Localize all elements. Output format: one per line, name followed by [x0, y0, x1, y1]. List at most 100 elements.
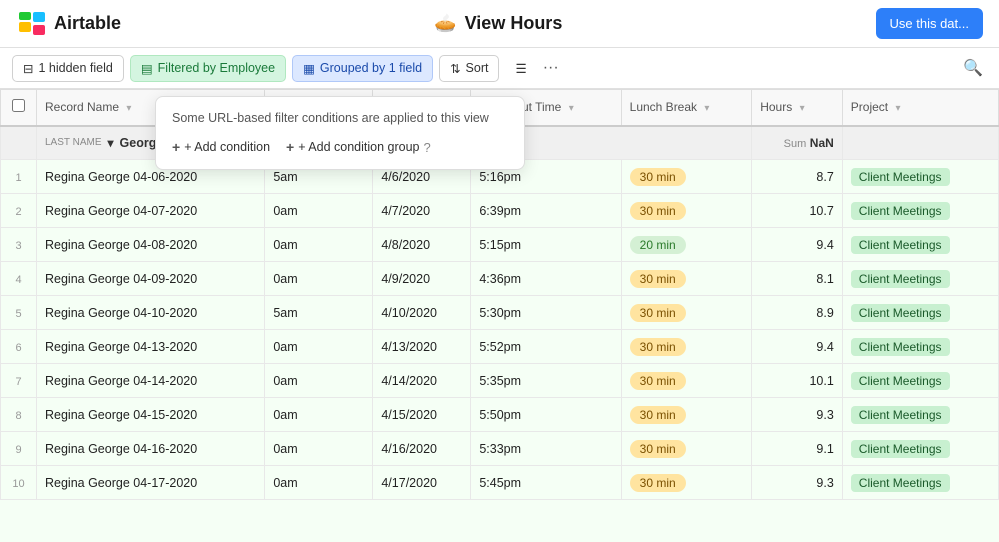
filter-dropdown-actions: + + Add condition + + Add condition grou…	[172, 139, 508, 155]
cell-hours: 9.1	[752, 432, 843, 466]
table-body: LAST NAME ▾ George Sum NaN 1 Regina Geor…	[1, 126, 999, 500]
search-icon[interactable]: 🔍	[959, 54, 987, 82]
more-options-icon[interactable]: ···	[543, 59, 559, 77]
row-checkbox-cell: 9	[1, 432, 37, 466]
col-project-label: Project	[851, 100, 888, 114]
select-all-checkbox[interactable]	[12, 99, 25, 112]
col-lunch-sort: ▾	[704, 103, 709, 114]
project-badge: Client Meetings	[851, 270, 950, 288]
filter-dropdown: Some URL-based filter conditions are app…	[155, 96, 525, 170]
cell-clockout: 6:39pm	[471, 194, 621, 228]
cell-date: 4/10/2020	[373, 296, 471, 330]
help-icon[interactable]: ?	[424, 140, 431, 155]
sum-label: Sum	[784, 138, 807, 150]
table-row: 9 Regina George 04-16-2020 0am 4/16/2020…	[1, 432, 999, 466]
add-condition-group-link[interactable]: + + Add condition group ?	[286, 139, 431, 155]
group-checkbox-cell	[1, 126, 37, 160]
project-badge: Client Meetings	[851, 338, 950, 356]
project-badge: Client Meetings	[851, 474, 950, 492]
cell-lunch: 30 min	[621, 432, 752, 466]
cell-lunch: 30 min	[621, 364, 752, 398]
hidden-field-icon: ⊟	[23, 61, 33, 76]
row-number: 1	[15, 172, 21, 184]
group-sum-cell: Sum NaN	[752, 126, 843, 160]
lunch-badge: 30 min	[630, 474, 686, 492]
cell-hours: 8.7	[752, 160, 843, 194]
project-badge: Client Meetings	[851, 372, 950, 390]
cell-end: 0am	[265, 432, 373, 466]
use-data-button[interactable]: Use this dat...	[876, 8, 983, 39]
row-number: 5	[15, 308, 21, 320]
cell-record: Regina George 04-09-2020	[37, 262, 265, 296]
cell-date: 4/9/2020	[373, 262, 471, 296]
row-number: 4	[15, 274, 21, 286]
lunch-badge: 30 min	[630, 406, 686, 424]
row-number: 3	[15, 240, 21, 252]
col-lunch: Lunch Break ▾	[621, 90, 752, 126]
cell-end: 0am	[265, 194, 373, 228]
page-title: 🥧 View Hours	[434, 13, 562, 34]
cell-hours: 8.1	[752, 262, 843, 296]
cell-record: Regina George 04-16-2020	[37, 432, 265, 466]
cell-end: 0am	[265, 330, 373, 364]
project-badge: Client Meetings	[851, 440, 950, 458]
lunch-badge: 30 min	[630, 372, 686, 390]
hidden-field-button[interactable]: ⊟ 1 hidden field	[12, 55, 124, 82]
row-number: 2	[15, 206, 21, 218]
add-condition-link[interactable]: + + Add condition	[172, 139, 270, 155]
cell-hours: 10.1	[752, 364, 843, 398]
row-checkbox-cell: 8	[1, 398, 37, 432]
filter-button[interactable]: ▤ Filtered by Employee	[130, 55, 286, 82]
row-number: 8	[15, 410, 21, 422]
cell-lunch: 30 min	[621, 398, 752, 432]
cell-clockout: 5:15pm	[471, 228, 621, 262]
cell-clockout: 5:52pm	[471, 330, 621, 364]
table-row: 10 Regina George 04-17-2020 0am 4/17/202…	[1, 466, 999, 500]
cell-end: 0am	[265, 364, 373, 398]
hidden-field-label: 1 hidden field	[38, 61, 112, 75]
cell-end: 5am	[265, 296, 373, 330]
cell-project: Client Meetings	[842, 160, 998, 194]
grid-view-button[interactable]: ☰	[505, 56, 536, 81]
lunch-badge: 30 min	[630, 202, 686, 220]
col-hours: Hours ▾	[752, 90, 843, 126]
cell-project: Client Meetings	[842, 398, 998, 432]
filter-icon: ▤	[141, 61, 153, 76]
cell-lunch: 30 min	[621, 330, 752, 364]
cell-clockout: 5:33pm	[471, 432, 621, 466]
group-icon: ▦	[303, 61, 315, 76]
sort-button[interactable]: ⇅ Sort	[439, 55, 499, 82]
col-clockout-sort: ▾	[569, 103, 574, 114]
col-hours-label: Hours	[760, 100, 792, 114]
cell-clockout: 4:36pm	[471, 262, 621, 296]
cell-end: 0am	[265, 398, 373, 432]
group-chevron[interactable]: ▾	[108, 136, 114, 150]
row-checkbox-cell: 10	[1, 466, 37, 500]
cell-lunch: 20 min	[621, 228, 752, 262]
sum-value: NaN	[810, 136, 834, 150]
cell-end: 0am	[265, 228, 373, 262]
add-condition-group-plus: +	[286, 139, 294, 155]
col-project: Project ▾	[842, 90, 998, 126]
cell-project: Client Meetings	[842, 262, 998, 296]
table-row: 4 Regina George 04-09-2020 0am 4/9/2020 …	[1, 262, 999, 296]
lunch-badge: 30 min	[630, 304, 686, 322]
lunch-badge: 30 min	[630, 168, 686, 186]
cell-date: 4/13/2020	[373, 330, 471, 364]
table-row: 3 Regina George 04-08-2020 0am 4/8/2020 …	[1, 228, 999, 262]
airtable-logo-icon	[16, 8, 48, 40]
cell-project: Client Meetings	[842, 228, 998, 262]
project-badge: Client Meetings	[851, 168, 950, 186]
cell-project: Client Meetings	[842, 296, 998, 330]
row-checkbox-cell: 1	[1, 160, 37, 194]
logo: Airtable	[16, 8, 121, 40]
cell-lunch: 30 min	[621, 466, 752, 500]
cell-record: Regina George 04-15-2020	[37, 398, 265, 432]
cell-lunch: 30 min	[621, 296, 752, 330]
table-row: 2 Regina George 04-07-2020 0am 4/7/2020 …	[1, 194, 999, 228]
project-badge: Client Meetings	[851, 406, 950, 424]
row-checkbox-cell: 4	[1, 262, 37, 296]
cell-clockout: 5:50pm	[471, 398, 621, 432]
cell-lunch: 30 min	[621, 194, 752, 228]
group-button[interactable]: ▦ Grouped by 1 field	[292, 55, 433, 82]
